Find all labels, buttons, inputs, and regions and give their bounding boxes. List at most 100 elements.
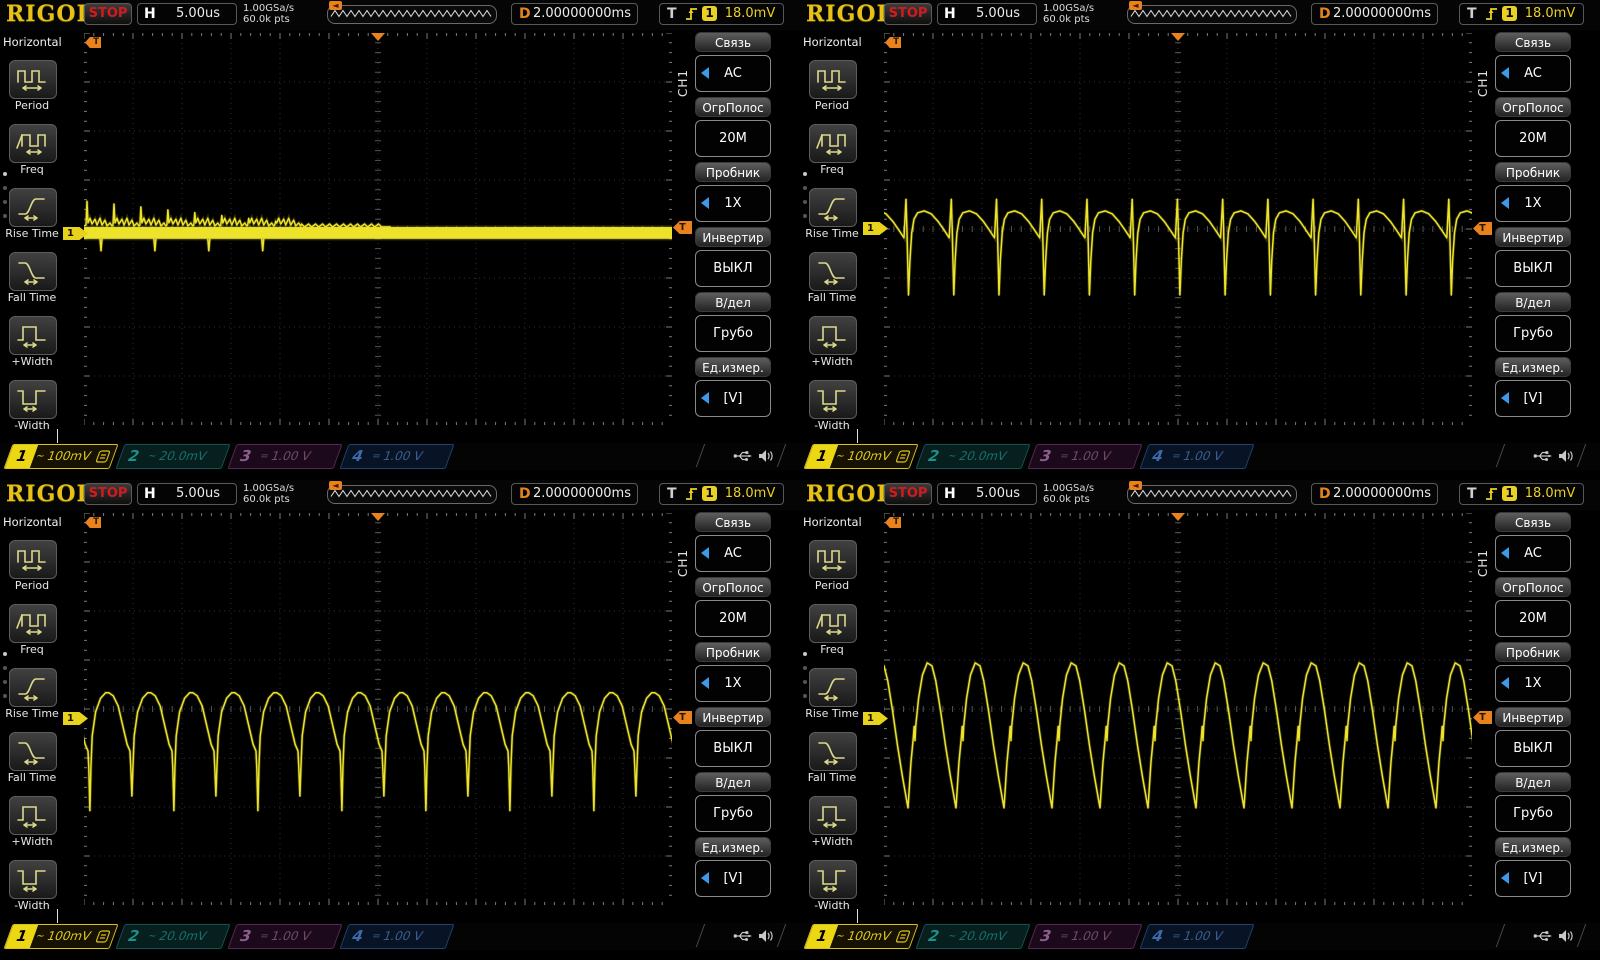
sidebar-button-nwidth[interactable]: [9, 860, 57, 899]
sidebar-button-freq[interactable]: [9, 124, 57, 163]
channel-badge-4[interactable]: 4 =1.00 V: [339, 444, 454, 469]
d-label: D: [1319, 484, 1331, 504]
menu-value-probe[interactable]: 1X: [695, 665, 771, 702]
menu-value-units[interactable]: [V]: [695, 860, 771, 897]
rising-edge-trigger-icon: [1484, 6, 1499, 22]
menu-group-invert: Инвертир ВЫКЛ: [1495, 707, 1571, 767]
sidebar-button-fall-time[interactable]: [809, 252, 857, 291]
t-label: T: [1467, 4, 1477, 24]
trigger-level-marker: T: [673, 711, 692, 724]
menu-page-dot: [3, 172, 7, 176]
sidebar-button-fall-time[interactable]: [9, 252, 57, 291]
timebase-value: 5.00us: [164, 484, 232, 504]
sidebar-button-freq[interactable]: [9, 604, 57, 643]
acquisition-info: 1.00GSa/s 60.0k pts: [243, 3, 294, 25]
menu-value-probe[interactable]: 1X: [1495, 185, 1571, 222]
menu-value-vernier[interactable]: Грубо: [695, 315, 771, 352]
menu-page-dot: [3, 680, 7, 684]
sidebar-button-period[interactable]: [9, 540, 57, 579]
menu-value-units[interactable]: [V]: [1495, 380, 1571, 417]
acquisition-info: 1.00GSa/s 60.0k pts: [1043, 483, 1094, 505]
sidebar-button-freq[interactable]: [809, 124, 857, 163]
menu-value-vernier[interactable]: Грубо: [695, 795, 771, 832]
sidebar-button-nwidth[interactable]: [9, 380, 57, 419]
sidebar-button-pwidth[interactable]: [809, 316, 857, 355]
menu-header-bwlimit: ОгрПолос: [695, 577, 771, 597]
menu-value-bwlimit[interactable]: 20M: [695, 120, 771, 157]
channel-badge-4[interactable]: 4 =1.00 V: [339, 924, 454, 949]
menu-value-coupling[interactable]: AC: [1495, 55, 1571, 92]
channel-badge-2[interactable]: 2 ~20.0mV: [915, 924, 1030, 949]
menu-value-vernier[interactable]: Грубо: [1495, 795, 1571, 832]
memory-depth: 60.0k pts: [1043, 494, 1094, 505]
channel-menu: Связь AC ОгрПолос 20M Пробник 1X Инверти…: [1495, 32, 1571, 422]
menu-value-units[interactable]: [V]: [695, 380, 771, 417]
sidebar-button-pwidth[interactable]: [9, 316, 57, 355]
period-icon: [815, 65, 849, 93]
sidebar-button-pwidth[interactable]: [9, 796, 57, 835]
menu-group-probe: Пробник 1X: [1495, 162, 1571, 222]
menu-value-coupling[interactable]: AC: [695, 535, 771, 572]
menu-value-bwlimit[interactable]: 20M: [1495, 120, 1571, 157]
menu-page-dot: [803, 200, 807, 204]
sidebar-button-fall-time[interactable]: [9, 732, 57, 771]
oscilloscope-screenshot-grid: RIGOL STOP H 5.00us 1.00GSa/s 60.0k pts …: [0, 0, 1600, 960]
menu-group-units: Ед.измер. [V]: [1495, 837, 1571, 897]
sidebar-button-period[interactable]: [809, 540, 857, 579]
menu-value-probe[interactable]: 1X: [1495, 665, 1571, 702]
menu-value-invert[interactable]: ВЫКЛ: [1495, 730, 1571, 767]
divider: [1496, 924, 1505, 947]
sidebar-button-fall-time[interactable]: [809, 732, 857, 771]
menu-value-bwlimit[interactable]: 20M: [1495, 600, 1571, 637]
usb-icon: [733, 448, 753, 464]
menu-value-bwlimit[interactable]: 20M: [695, 600, 771, 637]
channel-badge-2[interactable]: 2 ~20.0mV: [915, 444, 1030, 469]
sidebar-button-nwidth[interactable]: [809, 860, 857, 899]
menu-value-invert[interactable]: ВЫКЛ: [1495, 250, 1571, 287]
sidebar-label-freq: Freq: [0, 163, 64, 176]
menu-value-coupling[interactable]: AC: [695, 55, 771, 92]
channel-badge-1[interactable]: 1 ~100mV: [803, 444, 918, 469]
sidebar-button-pwidth[interactable]: [809, 796, 857, 835]
sidebar-button-rise-time[interactable]: [9, 188, 57, 227]
sidebar-button-nwidth[interactable]: [809, 380, 857, 419]
menu-value-invert[interactable]: ВЫКЛ: [695, 250, 771, 287]
sidebar-button-period[interactable]: [9, 60, 57, 99]
channel-badge-3[interactable]: 3 =1.00 V: [1027, 444, 1142, 469]
menu-value-invert[interactable]: ВЫКЛ: [695, 730, 771, 767]
memory-position-bar: ◄: [1127, 485, 1297, 504]
channel-badge-4[interactable]: 4 =1.00 V: [1139, 444, 1254, 469]
channel-status-bar: 1 ~100mV 2 ~20.0mV 3 =1.00 V 4 =1.00 V: [0, 923, 800, 950]
channel-badge-1[interactable]: 1 ~100mV: [3, 924, 118, 949]
channel-badge-3[interactable]: 3 =1.00 V: [227, 444, 342, 469]
plus-width-icon: [815, 801, 849, 829]
menu-value-vernier[interactable]: Грубо: [1495, 315, 1571, 352]
sidebar-label-period: Period: [0, 579, 64, 592]
trigger-position-marker: [371, 513, 385, 521]
channel-badge-1[interactable]: 1 ~100mV: [803, 924, 918, 949]
sidebar-button-rise-time[interactable]: [809, 188, 857, 227]
trigger-level-marker: T: [673, 221, 692, 234]
channel-badge-2[interactable]: 2 ~20.0mV: [115, 924, 230, 949]
channel-badge-4[interactable]: 4 =1.00 V: [1139, 924, 1254, 949]
channel-badge-3[interactable]: 3 =1.00 V: [1027, 924, 1142, 949]
memory-waveform-icon: [1128, 6, 1294, 21]
menu-value-probe[interactable]: 1X: [695, 185, 771, 222]
menu-group-bwlimit: ОгрПолос 20M: [1495, 577, 1571, 637]
channel-badge-3[interactable]: 3 =1.00 V: [227, 924, 342, 949]
menu-page-dot: [803, 172, 807, 176]
channel-badge-1[interactable]: 1 ~100mV: [3, 444, 118, 469]
delay-box: D 2.00000000ms: [1311, 3, 1438, 25]
channel-badge-2[interactable]: 2 ~20.0mV: [115, 444, 230, 469]
menu-page-dot: [3, 694, 7, 698]
menu-value-coupling[interactable]: AC: [1495, 535, 1571, 572]
menu-page-dot: [803, 666, 807, 670]
sidebar-button-freq[interactable]: [809, 604, 857, 643]
menu-value-units[interactable]: [V]: [1495, 860, 1571, 897]
sidebar-button-rise-time[interactable]: [809, 668, 857, 707]
delay-box: D 2.00000000ms: [511, 483, 638, 505]
horizontal-scale-box: H 5.00us: [937, 483, 1037, 505]
sidebar-button-rise-time[interactable]: [9, 668, 57, 707]
sidebar-button-period[interactable]: [809, 60, 857, 99]
left-arrow-icon: [1501, 197, 1509, 209]
